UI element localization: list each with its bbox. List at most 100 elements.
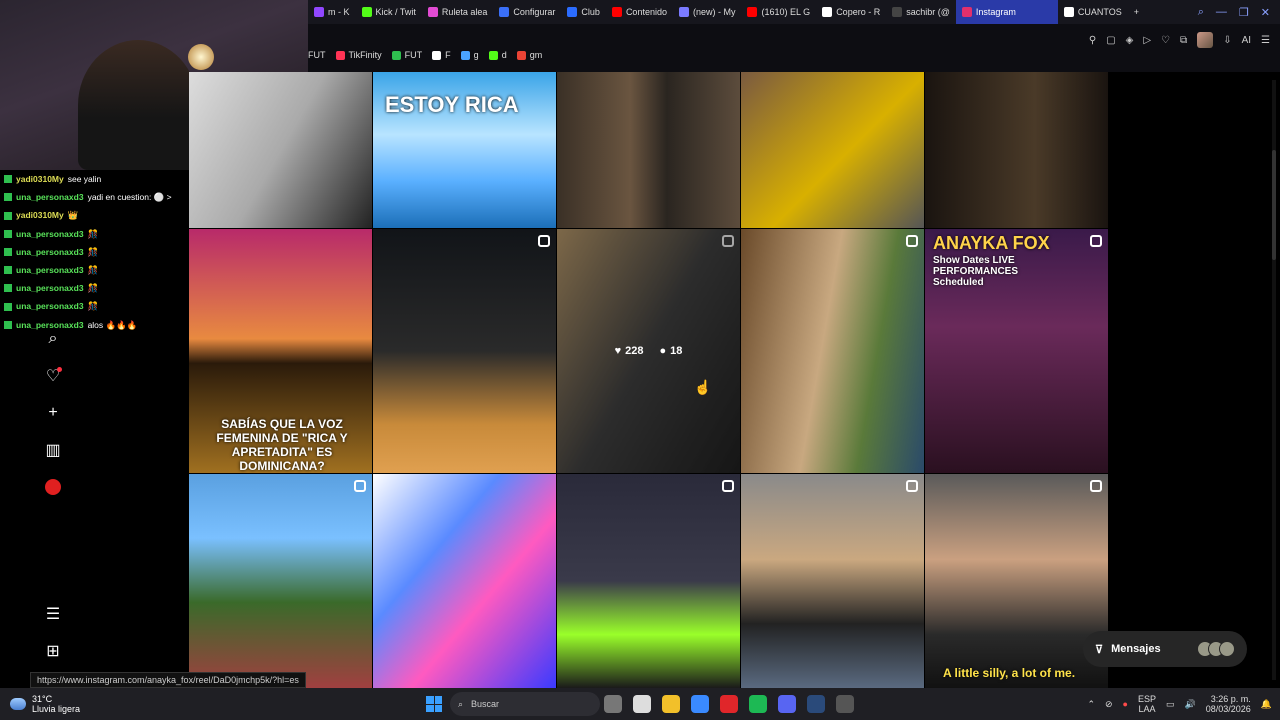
play-icon[interactable]: ▷	[1143, 35, 1151, 46]
search-icon[interactable]: ⌕	[40, 326, 66, 352]
file-icon[interactable]	[633, 695, 651, 713]
browser-tab[interactable]: Copero - R	[816, 0, 886, 24]
bookmark[interactable]: d	[488, 50, 507, 60]
scrollbar-thumb[interactable]	[1272, 150, 1276, 260]
post-tile[interactable]	[557, 474, 740, 688]
bookmark[interactable]: gm	[516, 50, 542, 60]
tab-label: m - K	[328, 7, 350, 17]
heart-icon[interactable]: ♡	[1161, 35, 1170, 46]
browser-tab[interactable]: Club	[561, 0, 606, 24]
network-off-icon[interactable]: ⊘	[1105, 699, 1113, 710]
post-tile[interactable]	[741, 229, 924, 473]
notifications-icon[interactable]: ♡	[40, 363, 66, 389]
chat-badge-icon	[4, 247, 12, 256]
bookmark[interactable]: TikFinity	[335, 50, 382, 60]
bookmark[interactable]: F	[432, 50, 451, 60]
browser-tab[interactable]: sachibr (@	[886, 0, 956, 24]
browser-tab[interactable]: Ruleta alea	[422, 0, 494, 24]
language-indicator[interactable]: ESP LAA	[1138, 694, 1156, 714]
scrollbar[interactable]	[1272, 80, 1276, 680]
bookmark-label: g	[473, 50, 479, 60]
extensions-icon[interactable]: ⧉	[1180, 35, 1187, 46]
time: 3:26 p. m.	[1210, 694, 1251, 704]
tab-favicon-icon	[611, 7, 622, 17]
opera-gx-icon[interactable]	[720, 695, 738, 713]
search-tabs-icon[interactable]: ⌕	[1198, 6, 1204, 19]
window-controls: ⌕ — ❐ ✕	[1198, 6, 1280, 19]
browser-tab[interactable]: m - K	[308, 0, 356, 24]
tab-favicon-icon	[567, 7, 578, 17]
notifications-bell-icon[interactable]: 🔔	[1261, 699, 1272, 710]
post-tile[interactable]	[189, 474, 372, 688]
post-caption: A little silly, a lot of me.	[943, 666, 1076, 680]
volume-icon[interactable]: 🔊	[1185, 699, 1196, 710]
dashboard-icon[interactable]: ▥	[40, 437, 66, 463]
post-tile[interactable]: A little silly, a lot of me.	[925, 474, 1108, 688]
bookmark[interactable]: FUT	[391, 50, 422, 60]
post-tile[interactable]	[373, 474, 556, 688]
browser-tab[interactable]: CUANTOS	[1058, 0, 1128, 24]
browser-tab-active[interactable]: Instagram	[955, 0, 1058, 24]
browser-tab[interactable]: Configurar	[493, 0, 561, 24]
bookmark-label: TikFinity	[348, 50, 382, 60]
chat-badge-icon	[4, 302, 12, 311]
post-tile[interactable]: ESTOY RICA	[373, 72, 556, 228]
left-panel: yadi0310My see yalin una_personaxd3 yadi e…	[0, 170, 190, 690]
tab-label: Copero - R	[836, 7, 881, 17]
download-icon[interactable]: ⇩	[1223, 35, 1231, 46]
screenshot-icon[interactable]: ▢	[1106, 35, 1115, 46]
new-tab-button[interactable]: +	[1128, 0, 1145, 24]
post-tile[interactable]	[925, 72, 1108, 228]
post-tile[interactable]	[557, 72, 740, 228]
post-tile[interactable]: ANAYKA FOX Show Dates LIVE PERFORMANCES …	[925, 229, 1108, 473]
heart-icon: ♥	[614, 345, 622, 357]
clock[interactable]: 3:26 p. m. 08/03/2026	[1206, 694, 1251, 714]
chat-badge-icon	[4, 284, 12, 293]
gmail-icon	[516, 50, 526, 60]
chat-user: una_personaxd3	[16, 192, 84, 203]
menu-icon[interactable]: ☰	[1261, 35, 1270, 46]
chat-badge-icon	[4, 211, 12, 220]
chat-text: 🎊	[87, 283, 99, 294]
ai-button[interactable]: AI	[1242, 35, 1251, 46]
post-tile[interactable]	[373, 229, 556, 473]
create-icon[interactable]: +	[40, 400, 66, 426]
chat-text: alos 🔥🔥🔥	[87, 319, 138, 330]
messages-button[interactable]: ⊽ Mensajes	[1083, 631, 1247, 667]
profile-avatar[interactable]	[1197, 32, 1214, 48]
browser-tab[interactable]: Kick / Twit	[356, 0, 422, 24]
start-button[interactable]	[426, 696, 442, 712]
post-tile[interactable]	[741, 72, 924, 228]
browser-tab[interactable]: (1610) EL G	[741, 0, 816, 24]
bookmark[interactable]: g	[460, 50, 479, 60]
maximize-icon[interactable]: ❐	[1239, 6, 1249, 19]
browser-tab[interactable]: (new) - My	[673, 0, 742, 24]
more-menu-icon[interactable]: ☰	[40, 601, 66, 627]
spotify-icon[interactable]	[749, 695, 767, 713]
microphone-icon[interactable]: ●	[1123, 699, 1128, 709]
task-view-icon[interactable]	[604, 695, 622, 713]
taskbar-search[interactable]: ⌕ Buscar	[450, 692, 600, 716]
minimize-icon[interactable]: —	[1216, 6, 1227, 19]
discord-icon[interactable]	[778, 695, 796, 713]
post-tile[interactable]	[741, 474, 924, 688]
store-icon[interactable]	[691, 695, 709, 713]
display-icon[interactable]: ▭	[1166, 699, 1175, 710]
meta-apps-icon[interactable]: ⊞	[40, 638, 66, 664]
post-tile-hovered[interactable]: ♥ 228 ● 18 ☝	[557, 229, 740, 473]
steam-icon[interactable]	[807, 695, 825, 713]
profile-nav-item[interactable]	[40, 474, 66, 500]
bookmark[interactable]: FUT	[308, 50, 326, 60]
shield-icon[interactable]: ◈	[1126, 35, 1134, 46]
chevron-up-icon[interactable]: ⌃	[1087, 699, 1095, 710]
file-explorer-icon[interactable]	[662, 695, 680, 713]
pin-icon[interactable]: ⚲	[1089, 35, 1096, 46]
weather-widget[interactable]: 31°C Lluvia ligera	[10, 694, 80, 714]
profile-avatar	[45, 479, 61, 495]
post-tile[interactable]: SABÍAS QUE LA VOZ FEMENINA DE "RICA Y AP…	[189, 229, 372, 473]
post-tile[interactable]	[189, 72, 372, 228]
browser-tab[interactable]: Contenido	[606, 0, 673, 24]
close-icon[interactable]: ✕	[1261, 6, 1270, 19]
app-icon[interactable]	[836, 695, 854, 713]
message-avatars	[1197, 641, 1235, 657]
